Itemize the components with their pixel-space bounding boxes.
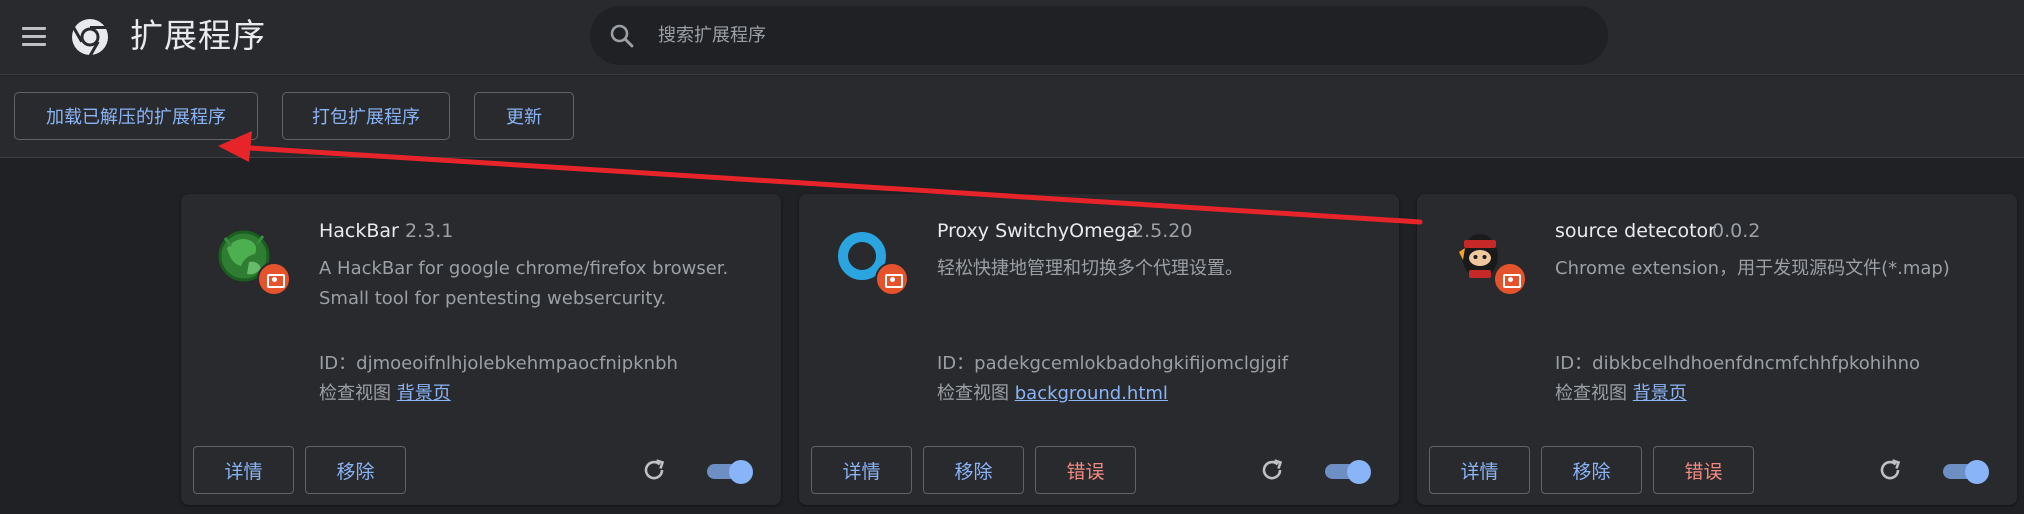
reload-icon[interactable] — [640, 456, 668, 484]
extension-description: Chrome extension，用于发现源码文件(*.map) — [1555, 258, 1950, 279]
reload-icon[interactable] — [1258, 456, 1286, 484]
inspect-views-label: 检查视图 — [319, 383, 391, 404]
hamburger-menu-icon[interactable] — [18, 22, 50, 52]
extension-name: source detecotor — [1555, 220, 1716, 242]
extension-id: ID：padekgcemlokbadohgkifijomclgjgif — [937, 353, 1289, 374]
remove-button[interactable]: 移除 — [923, 446, 1024, 494]
toggle-knob — [1965, 460, 1989, 484]
extension-id: ID：djmoeoifnlhjolebkehmpaocfnipknbh — [319, 353, 678, 374]
extension-name: HackBar — [319, 220, 399, 242]
update-button[interactable]: 更新 — [474, 92, 574, 140]
extension-name: Proxy SwitchyOmega — [937, 220, 1139, 242]
inspect-views: 检查视图 背景页 — [319, 379, 451, 405]
search-input[interactable] — [656, 14, 1556, 56]
background-page-link[interactable]: 背景页 — [397, 383, 451, 404]
remove-button[interactable]: 移除 — [1541, 446, 1642, 494]
inspect-views-label: 检查视图 — [1555, 383, 1627, 404]
enable-toggle[interactable] — [705, 458, 755, 484]
search-box[interactable] — [590, 6, 1608, 65]
inspect-views: 检查视图 背景页 — [1555, 379, 1687, 405]
page-title: 扩展程序 — [130, 16, 266, 55]
background-page-link[interactable]: 背景页 — [1633, 383, 1687, 404]
inspect-views-label: 检查视图 — [937, 383, 1009, 404]
extension-version: 0.0.2 — [1712, 220, 1761, 242]
extension-description: A HackBar for google chrome/firefox brow… — [319, 258, 729, 309]
developer-mode-badge-icon — [875, 262, 909, 296]
load-unpacked-button[interactable]: 加载已解压的扩展程序 — [14, 92, 258, 140]
details-button[interactable]: 详情 — [811, 446, 912, 494]
extension-version: 2.5.20 — [1132, 220, 1193, 242]
details-button[interactable]: 详情 — [1429, 446, 1530, 494]
search-icon — [610, 24, 634, 48]
details-button[interactable]: 详情 — [193, 446, 294, 494]
enable-toggle[interactable] — [1323, 458, 1373, 484]
inspect-views: 检查视图 background.html — [937, 379, 1168, 405]
extension-version: 2.3.1 — [405, 220, 454, 242]
extension-card-hackbar: HackBar 2.3.1 A HackBar for google chrom… — [181, 194, 781, 505]
reload-icon[interactable] — [1876, 456, 1904, 484]
toggle-knob — [1347, 460, 1371, 484]
enable-toggle[interactable] — [1941, 458, 1991, 484]
extension-id: ID：dibkbcelhdhoenfdncmfchhfpkohihno — [1555, 353, 1921, 374]
chrome-logo-icon — [71, 19, 108, 57]
errors-button[interactable]: 错误 — [1653, 446, 1754, 494]
pack-extension-button[interactable]: 打包扩展程序 — [282, 92, 450, 140]
toggle-knob — [729, 460, 753, 484]
errors-button[interactable]: 错误 — [1035, 446, 1136, 494]
remove-button[interactable]: 移除 — [305, 446, 406, 494]
extension-card-switchyomega: Proxy SwitchyOmega 2.5.20 轻松快捷地管理和切换多个代理… — [799, 194, 1399, 505]
extension-description: 轻松快捷地管理和切换多个代理设置。 — [937, 258, 1243, 279]
developer-mode-badge-icon — [1493, 262, 1527, 296]
developer-mode-badge-icon — [257, 262, 291, 296]
background-page-link[interactable]: background.html — [1015, 383, 1168, 404]
extension-card-source-detecotor: source detecotor 0.0.2 Chrome extension，… — [1417, 194, 2017, 505]
developer-toolbar: 加载已解压的扩展程序 打包扩展程序 更新 — [0, 76, 2024, 158]
top-header: 扩展程序 — [0, 0, 2024, 75]
